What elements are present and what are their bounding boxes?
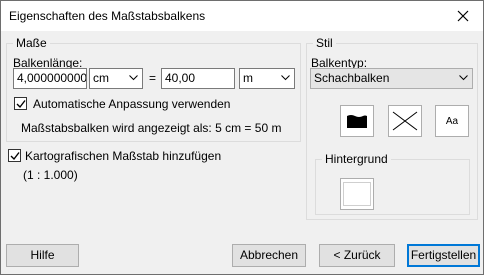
finish-button[interactable]: Fertigstellen: [407, 244, 480, 267]
bar-style-button[interactable]: [340, 105, 374, 137]
length-unit-value: cm: [93, 71, 109, 85]
auto-adjust-label[interactable]: Automatische Anpassung verwenden: [33, 97, 230, 111]
equals-sign: =: [149, 71, 157, 85]
scale-bar-properties-dialog: Eigenschaften des Maßstabsbalkens Maße B…: [0, 0, 484, 275]
title-bar: Eigenschaften des Maßstabsbalkens: [1, 1, 483, 31]
stil-group-label: Stil: [313, 36, 336, 50]
cancel-button[interactable]: Abbrechen: [232, 244, 306, 267]
length-unit-select[interactable]: cm: [89, 68, 143, 89]
map-distance-input[interactable]: 40,00: [161, 68, 235, 89]
window-title: Eigenschaften des Maßstabsbalkens: [9, 9, 206, 23]
background-color-button[interactable]: [340, 178, 374, 210]
font-button[interactable]: Aa: [435, 105, 469, 137]
masse-group-label: Maße: [13, 36, 50, 50]
chevron-down-icon: [459, 75, 468, 81]
hintergrund-group: Hintergrund: [315, 152, 470, 215]
cartographic-scale-label[interactable]: Kartografischen Maßstab hinzufügen: [25, 149, 221, 163]
font-icon: Aa: [445, 115, 459, 127]
display-info-text: Maßstabsbalken wird angezeigt als: 5 cm …: [21, 121, 282, 135]
no-fill-button[interactable]: [388, 105, 422, 137]
bar-style-icon: [347, 115, 367, 128]
cartographic-scale-value: (1 : 1.000): [23, 168, 78, 182]
back-button[interactable]: < Zurück: [319, 244, 395, 267]
chevron-down-icon: [281, 75, 290, 81]
cartographic-scale-checkbox[interactable]: [8, 149, 21, 162]
auto-adjust-checkbox[interactable]: [14, 97, 27, 110]
chevron-down-icon: [129, 75, 138, 81]
close-button[interactable]: [449, 5, 477, 27]
bar-type-select[interactable]: Schachbalken: [310, 68, 473, 89]
map-unit-value: m: [243, 71, 253, 85]
bar-type-value: Schachbalken: [314, 71, 390, 85]
close-icon: [457, 10, 469, 22]
help-button[interactable]: Hilfe: [6, 244, 79, 267]
checkmark-icon: [10, 152, 20, 161]
bar-length-input[interactable]: 4,000000000: [13, 68, 87, 89]
no-fill-icon: [392, 111, 418, 131]
background-swatch: [343, 182, 371, 206]
checkmark-icon: [16, 100, 26, 109]
map-unit-select[interactable]: m: [239, 68, 295, 89]
hintergrund-group-label: Hintergrund: [322, 152, 391, 166]
